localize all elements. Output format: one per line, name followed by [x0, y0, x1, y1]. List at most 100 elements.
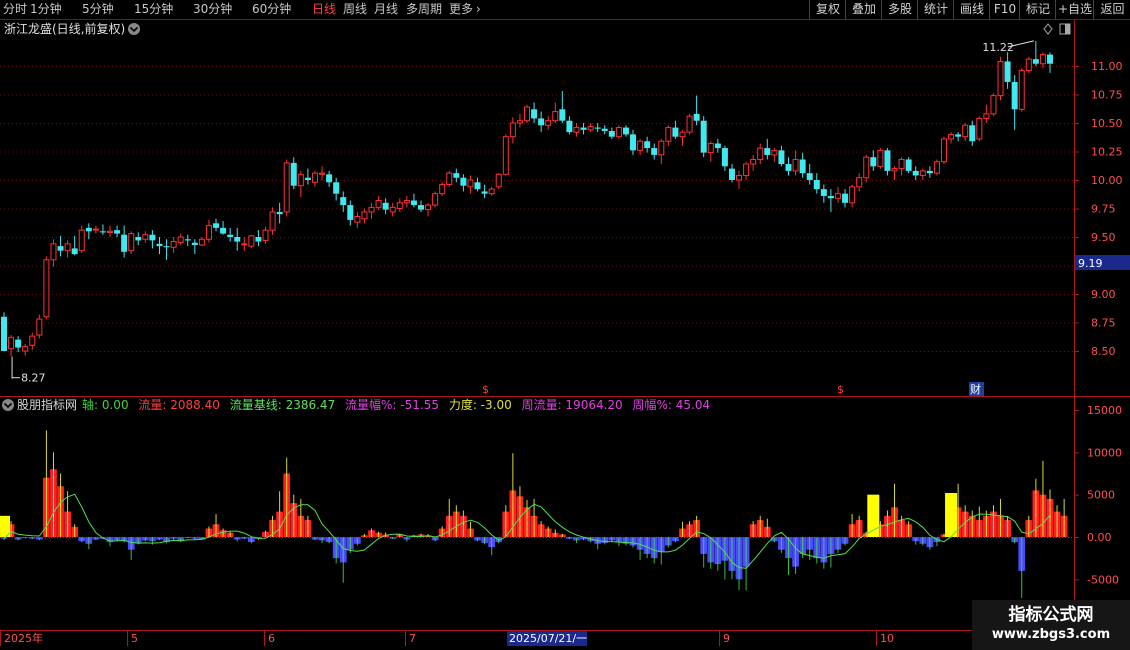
period-tab-5min[interactable]: 5分钟	[82, 2, 114, 17]
time-label: 6	[268, 632, 275, 645]
period-tab-weekly[interactable]: 周线	[343, 2, 367, 17]
time-axis: 2025年 5 6 7 2025/07/21/一 9 10	[0, 631, 894, 646]
candle	[22, 344, 29, 356]
period-tab-30min[interactable]: 30分钟	[193, 2, 232, 17]
candle	[43, 256, 50, 320]
chevron-right-icon[interactable]: ›	[476, 2, 481, 17]
candle	[672, 120, 679, 139]
candle	[319, 166, 326, 180]
candle	[531, 102, 538, 123]
candle	[926, 166, 933, 178]
candle	[276, 202, 283, 224]
candle	[170, 237, 177, 253]
candle	[948, 132, 955, 144]
candle	[573, 123, 580, 137]
candle	[1004, 52, 1011, 89]
indicator-name: 股朋指标网	[17, 397, 77, 412]
candle	[863, 154, 870, 183]
candle	[884, 148, 891, 176]
finance-marker[interactable]: 财	[970, 382, 981, 396]
candle	[417, 200, 424, 212]
chevron-down-icon[interactable]	[128, 23, 140, 35]
candle	[806, 164, 813, 185]
period-tab-daily[interactable]: 日线	[312, 2, 336, 17]
kline-chart[interactable]: 浙江龙盛(日线,前复权) 11.00 10.75 10.50 10.25 10.00 9.…	[0, 20, 1130, 650]
adjust-button[interactable]: 复权	[809, 0, 846, 19]
diamond-icon[interactable]	[1043, 23, 1053, 35]
time-label: 9	[723, 632, 730, 645]
candle	[976, 116, 983, 142]
candle	[333, 177, 340, 201]
candle	[1018, 68, 1025, 112]
candle	[311, 170, 318, 187]
readout-weekly-flow: 周流量: 19064.20	[522, 398, 623, 412]
candle	[481, 184, 488, 199]
candle	[368, 202, 375, 219]
candle	[622, 125, 629, 137]
candle	[594, 123, 601, 133]
candle	[721, 145, 728, 171]
candle	[990, 93, 997, 117]
overlay-button[interactable]: 叠加	[845, 0, 882, 19]
candle	[778, 145, 785, 167]
candle	[764, 138, 771, 160]
candle	[997, 56, 1004, 101]
candle	[467, 175, 474, 194]
multi-stock-button[interactable]: 多股	[881, 0, 918, 19]
draw-line-button[interactable]: 画线	[953, 0, 990, 19]
dividend-marker[interactable]: $	[837, 383, 844, 396]
candle	[29, 332, 36, 350]
back-button[interactable]: 返回	[1093, 0, 1130, 19]
candle	[601, 125, 608, 135]
period-tab-15min[interactable]: 15分钟	[134, 2, 173, 17]
candle	[149, 230, 156, 249]
candle	[714, 138, 721, 153]
candle	[898, 157, 905, 176]
candle	[1011, 75, 1018, 130]
f10-button[interactable]: F10	[989, 0, 1020, 19]
cursor-date: 2025/07/21/一	[509, 632, 587, 645]
candle	[389, 202, 396, 217]
period-tab-60min[interactable]: 60分钟	[252, 2, 291, 17]
candle	[163, 239, 170, 260]
statistics-button[interactable]: 统计	[917, 0, 954, 19]
candle	[962, 123, 969, 142]
time-label: 10	[880, 632, 894, 645]
candle	[177, 233, 184, 245]
candle	[736, 170, 743, 190]
candle	[396, 198, 403, 212]
candle	[608, 127, 615, 139]
candle	[686, 113, 693, 135]
dividend-marker[interactable]: $	[482, 383, 489, 396]
high-annotation: 11.22	[982, 40, 1034, 54]
price-tick-label: 10.50	[1091, 117, 1123, 130]
candle	[71, 235, 78, 256]
price-grid	[0, 66, 1074, 352]
candle	[1032, 40, 1039, 66]
period-tab-monthly[interactable]: 月线	[374, 2, 398, 17]
candle	[114, 225, 121, 237]
readout-weekly-amplitude: 周幅%: 45.04	[633, 397, 711, 412]
current-price-value: 9.19	[1078, 257, 1103, 270]
mark-button[interactable]: 标记	[1019, 0, 1056, 19]
candle	[15, 336, 22, 353]
period-tab-timeshare[interactable]: 分时	[3, 2, 27, 17]
candle	[538, 111, 545, 133]
period-tab-more[interactable]: 更多	[449, 2, 473, 17]
candle	[771, 148, 778, 162]
candle	[439, 182, 446, 196]
candle	[559, 91, 566, 123]
period-tab-multi[interactable]: 多周期	[406, 2, 442, 17]
candle	[905, 157, 912, 174]
period-tab-1min[interactable]: 1分钟	[30, 2, 62, 17]
candle	[85, 223, 92, 240]
candle	[757, 143, 764, 165]
add-watchlist-button[interactable]: +自选	[1055, 0, 1094, 19]
candle	[792, 150, 799, 176]
indicator-tick-label: -5000	[1087, 573, 1119, 586]
candle	[849, 184, 856, 208]
panel-toggle-icon[interactable]	[1059, 23, 1071, 35]
chevron-down-icon[interactable]	[2, 399, 14, 411]
low-annotation: 8.27	[11, 356, 46, 385]
candle	[580, 123, 587, 135]
